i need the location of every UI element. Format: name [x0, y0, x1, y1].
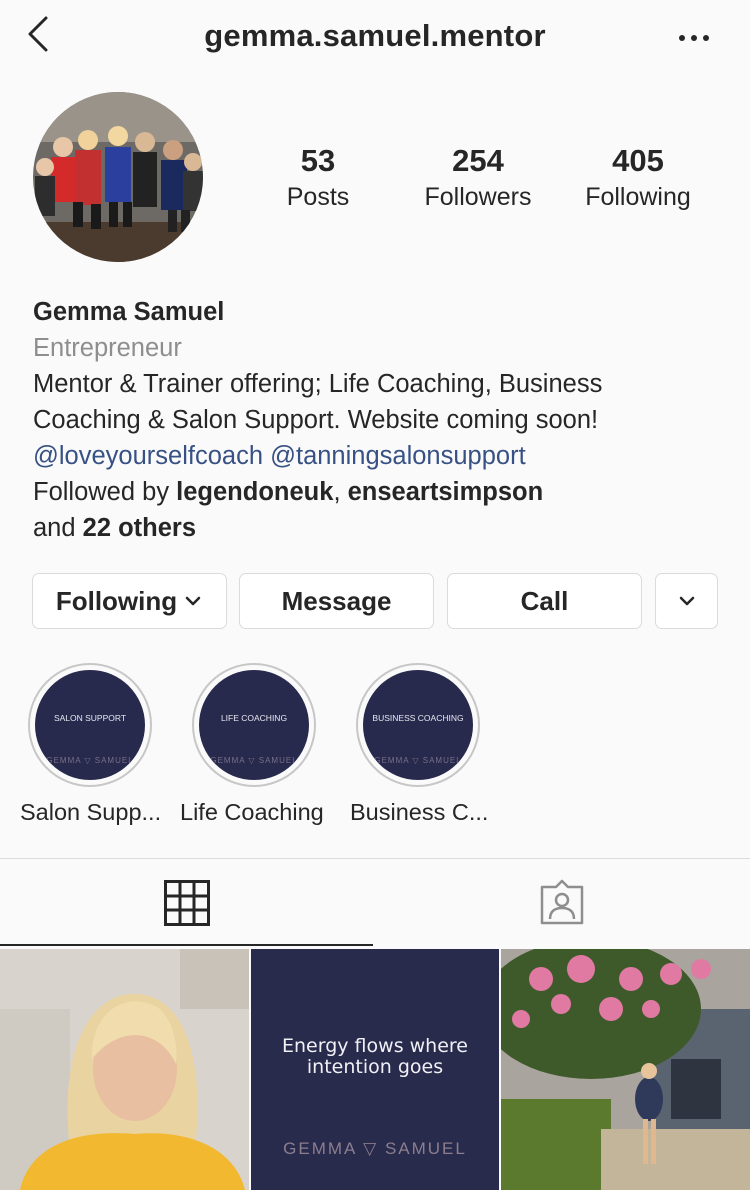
highlight-business-coaching[interactable]: BUSINESS COACHING GEMMA ▽ SAMUEL [356, 663, 484, 787]
followed-by[interactable]: Followed by legendoneuk, enseartsimpson [33, 474, 733, 510]
followed-by-others-count: 22 others [82, 514, 197, 542]
post-quote-line-1: Energy flows where [282, 1035, 468, 1057]
stat-followers[interactable]: 254 Followers [408, 142, 548, 214]
grid-icon [164, 880, 210, 926]
stat-posts[interactable]: 53 Posts [268, 142, 368, 214]
chevron-down-icon [679, 596, 694, 606]
outdoor-photo [501, 949, 750, 1190]
follower-legendoneuk: legendoneuk [176, 478, 334, 506]
highlight-cover: LIFE COACHING GEMMA ▽ SAMUEL [199, 670, 309, 780]
active-tab-indicator [0, 944, 373, 946]
tagged-person-icon [540, 879, 584, 925]
post-quote-text: Energy flows where intention goes [251, 1036, 499, 1078]
following-button-label: Following [55, 585, 178, 616]
post-thumbnail-outdoor[interactable] [501, 949, 750, 1190]
stat-following-count: 405 [612, 143, 664, 178]
message-button[interactable]: Message [239, 573, 434, 629]
highlight-label-salon-support[interactable]: Salon Supp... [20, 799, 161, 826]
highlight-cover-text: BUSINESS COACHING [372, 713, 464, 723]
profile-category: Entrepreneur [33, 334, 182, 362]
profile-name: Gemma Samuel [33, 298, 225, 326]
followed-by-separator: , [333, 478, 348, 506]
call-button-label: Call [520, 585, 569, 616]
more-options-button[interactable] [672, 20, 716, 56]
highlight-salon-support[interactable]: SALON SUPPORT GEMMA ▽ SAMUEL [28, 663, 156, 787]
call-button[interactable]: Call [447, 573, 642, 629]
highlight-life-coaching[interactable]: LIFE COACHING GEMMA ▽ SAMUEL [192, 663, 320, 787]
highlight-cover: SALON SUPPORT GEMMA ▽ SAMUEL [35, 670, 145, 780]
stat-following[interactable]: 405 Following [568, 142, 708, 214]
highlight-ring: SALON SUPPORT GEMMA ▽ SAMUEL [28, 663, 152, 787]
profile-bio: Gemma Samuel Entrepreneur Mentor & Train… [33, 294, 733, 546]
following-button[interactable]: Following [32, 573, 227, 629]
post-quote-line-2: intention goes [306, 1056, 444, 1078]
post-thumbnail-quote[interactable]: Energy flows where intention goes GEMMA … [251, 949, 499, 1190]
highlight-label-life-coaching[interactable]: Life Coaching [180, 799, 324, 826]
tab-posts-grid[interactable] [0, 859, 373, 945]
more-horizontal-icon [679, 35, 709, 41]
selfie-photo [0, 949, 249, 1190]
followed-by-and: and [33, 514, 83, 542]
group-photo [33, 92, 203, 262]
tab-tagged[interactable] [375, 859, 750, 945]
followed-by-others[interactable]: and 22 others [33, 510, 733, 546]
highlight-cover-brand: GEMMA ▽ SAMUEL [374, 756, 462, 765]
stat-posts-count: 53 [300, 143, 336, 178]
stat-followers-count: 254 [452, 143, 504, 178]
highlight-cover-brand: GEMMA ▽ SAMUEL [46, 756, 134, 765]
highlight-cover-text: LIFE COACHING [220, 713, 288, 723]
highlight-ring: LIFE COACHING GEMMA ▽ SAMUEL [192, 663, 316, 787]
highlight-cover-text: SALON SUPPORT [53, 713, 127, 723]
message-button-label: Message [281, 585, 392, 616]
profile-username-title: gemma.samuel.mentor [204, 18, 546, 53]
mention-link-loveyourselfcoach[interactable]: @loveyourselfcoach [33, 442, 263, 470]
suggested-accounts-dropdown-button[interactable] [655, 573, 718, 629]
bio-line-1: Mentor & Trainer offering; Life Coaching… [33, 370, 603, 398]
highlight-cover: BUSINESS COACHING GEMMA ▽ SAMUEL [363, 670, 473, 780]
follower-enseartsimpson: enseartsimpson [347, 478, 544, 506]
highlight-cover-brand: GEMMA ▽ SAMUEL [210, 756, 298, 765]
chevron-down-icon [185, 596, 201, 606]
post-thumbnail-selfie[interactable] [0, 949, 249, 1190]
bio-line-2: Coaching & Salon Support. Website coming… [33, 406, 599, 434]
highlight-ring: BUSINESS COACHING GEMMA ▽ SAMUEL [356, 663, 480, 787]
stat-followers-label: Followers [424, 183, 532, 211]
post-quote-brand: GEMMA ▽ SAMUEL [283, 1139, 467, 1158]
mention-link-tanningsalonsupport[interactable]: @tanningsalonsupport [270, 442, 526, 470]
stat-following-label: Following [585, 183, 691, 211]
profile-avatar[interactable] [33, 92, 203, 262]
followed-by-prefix: Followed by [33, 478, 177, 506]
stat-posts-label: Posts [286, 183, 350, 211]
highlight-label-business-coaching[interactable]: Business C... [350, 799, 488, 826]
